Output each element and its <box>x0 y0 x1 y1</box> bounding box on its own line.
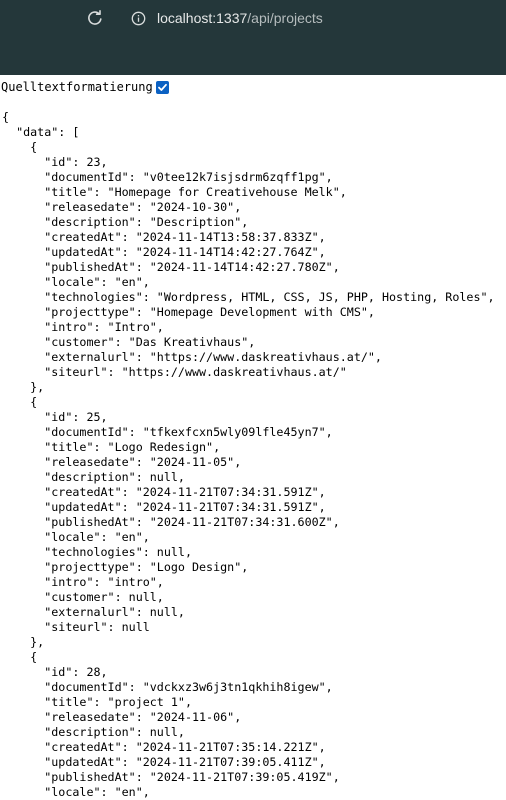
json-line: "title": "Logo Redesign", <box>2 440 221 454</box>
json-line: "documentId": "vdckxz3w6j3tn1qkhih8igew"… <box>2 680 333 694</box>
json-line: "publishedAt": "2024-11-21T07:34:31.600Z… <box>2 515 340 529</box>
reload-icon[interactable] <box>86 9 104 27</box>
json-line: "documentId": "tfkexfcxn5wly09lfle45yn7"… <box>2 425 333 439</box>
reload-icon-graphic <box>88 10 102 25</box>
json-line: "description": "Description", <box>2 215 249 229</box>
json-line: "releasedate": "2024-11-05", <box>2 455 242 469</box>
json-line: "locale": "en", <box>2 530 150 544</box>
url-host: localhost:1337 <box>157 10 248 26</box>
json-line: "intro": "intro", <box>2 575 164 589</box>
json-line: "releasedate": "2024-10-30", <box>2 200 242 214</box>
checkmark-icon <box>157 83 167 91</box>
json-line: "externalurl": null, <box>2 605 185 619</box>
pretty-print-checkbox[interactable] <box>155 80 169 94</box>
json-line: "id": 23, <box>2 155 108 169</box>
json-line: "releasedate": "2024-11-06", <box>2 710 242 724</box>
json-line: "publishedAt": "2024-11-14T14:42:27.780Z… <box>2 260 340 274</box>
json-line: "id": 25, <box>2 410 108 424</box>
json-line: "id": 28, <box>2 665 108 679</box>
pretty-print-label: Quelltextformatierung <box>1 80 153 94</box>
json-line: "updatedAt": "2024-11-14T14:42:27.764Z", <box>2 245 326 259</box>
address-bar[interactable]: localhost:1337/api/projects <box>157 9 323 27</box>
json-line: "externalurl": "https://www.daskreativha… <box>2 350 382 364</box>
json-line: { <box>2 110 10 124</box>
json-line: "createdAt": "2024-11-21T07:35:14.221Z", <box>2 740 326 754</box>
json-line: "customer": null, <box>2 590 164 604</box>
json-line: { <box>2 650 38 664</box>
json-line: "updatedAt": "2024-11-21T07:34:31.591Z", <box>2 500 326 514</box>
json-line: "technologies": "Wordpress, HTML, CSS, J… <box>2 290 495 304</box>
json-line: "technologies": null, <box>2 545 192 559</box>
json-line: "description": null, <box>2 725 185 739</box>
json-line: "documentId": "v0tee12k7isjsdrm6zqff1pg"… <box>2 170 333 184</box>
json-line: "siteurl": "https://www.daskreativhaus.a… <box>2 365 347 379</box>
url-path: /api/projects <box>247 10 323 26</box>
json-line: "createdAt": "2024-11-21T07:34:31.591Z", <box>2 485 326 499</box>
json-line: "data": [ <box>2 125 80 139</box>
site-info-icon[interactable] <box>130 10 146 26</box>
json-line: "publishedAt": "2024-11-21T07:39:05.419Z… <box>2 770 340 784</box>
json-line: "title": "project 1", <box>2 695 192 709</box>
json-line: "updatedAt": "2024-11-21T07:39:05.411Z", <box>2 755 326 769</box>
json-line: "locale": "en", <box>2 785 150 799</box>
json-line: "description": null, <box>2 470 185 484</box>
json-line: { <box>2 395 38 409</box>
browser-toolbar: localhost:1337/api/projects <box>0 0 506 75</box>
json-line: }, <box>2 635 45 649</box>
json-line: }, <box>2 380 45 394</box>
json-line: "siteurl": null <box>2 620 150 634</box>
json-line: "projecttype": "Homepage Development wit… <box>2 305 375 319</box>
json-line: "title": "Homepage for Creativehouse Mel… <box>2 185 347 199</box>
json-line: "intro": "Intro", <box>2 320 164 334</box>
json-line: "projecttype": "Logo Design", <box>2 560 249 574</box>
json-line: "createdAt": "2024-11-14T13:58:37.833Z", <box>2 230 326 244</box>
json-line: "locale": "en", <box>2 275 150 289</box>
json-viewer-toolbar: Quelltextformatierung <box>0 78 506 96</box>
json-content: { "data": [ { "id": 23, "documentId": "v… <box>2 110 506 800</box>
json-line: { <box>2 140 38 154</box>
json-line: "customer": "Das Kreativhaus", <box>2 335 256 349</box>
info-icon-graphic <box>131 11 145 25</box>
